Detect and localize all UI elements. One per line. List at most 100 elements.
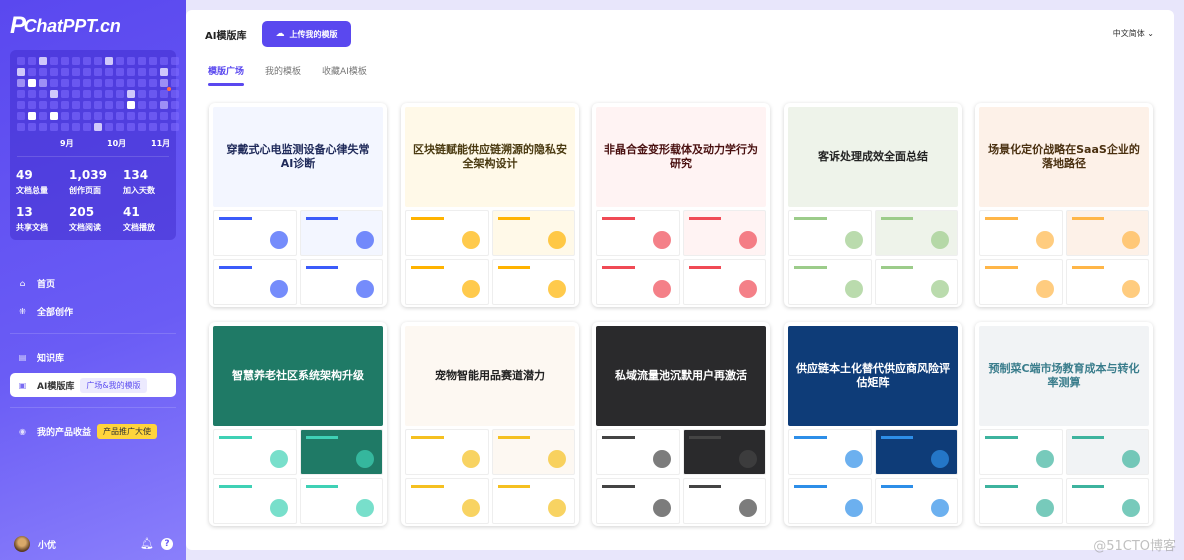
nav-all-creations[interactable]: ⁜ 全部创作 — [10, 299, 176, 323]
activity-cell — [61, 68, 69, 76]
activity-cell — [17, 112, 25, 120]
tab-template-square[interactable]: 模版广场 — [208, 64, 245, 86]
activity-cell — [127, 68, 135, 76]
activity-cell — [160, 112, 168, 120]
activity-cell — [105, 68, 113, 76]
template-cover: 预制菜C端市场教育成本与转化率测算 — [979, 326, 1149, 426]
activity-cell — [149, 112, 157, 120]
user-name: 小优 — [38, 540, 57, 551]
activity-cell — [127, 79, 135, 87]
activity-cell — [28, 79, 36, 87]
activity-cell — [116, 79, 124, 87]
activity-cell — [105, 57, 113, 65]
template-card[interactable]: 区块链赋能供应链溯源的隐私安全架构设计 — [401, 103, 579, 307]
slide-thumbnail — [596, 429, 680, 475]
slide-thumbnail — [979, 210, 1063, 256]
slide-thumbnail — [596, 210, 680, 256]
activity-cell — [17, 101, 25, 109]
template-cover: 非晶合金变形载体及动力学行为研究 — [596, 107, 766, 207]
cloud-upload-icon: ☁ — [275, 29, 285, 39]
template-title: 私域流量池沉默用户再激活 — [615, 369, 747, 383]
activity-cell — [149, 101, 157, 109]
slide-thumbnail — [491, 210, 575, 256]
home-icon: ⌂ — [19, 278, 26, 288]
coin-icon: ◉ — [19, 426, 26, 436]
activity-cell — [72, 68, 80, 76]
slide-thumbnail — [299, 210, 383, 256]
activity-cell — [28, 57, 36, 65]
nav-knowledge-base[interactable]: ▤ 知识库 — [10, 345, 176, 369]
activity-cell — [83, 79, 91, 87]
slide-thumbnail — [405, 478, 489, 524]
activity-cell — [72, 79, 80, 87]
activity-cell — [171, 57, 179, 65]
language-select[interactable]: 中文简体 ⌄ — [1113, 28, 1154, 39]
template-cover: 场景化定价战略在SaaS企业的落地路径 — [979, 107, 1149, 207]
template-icon: ▣ — [18, 380, 27, 390]
ambassador-tag[interactable]: 产品推广大使 — [97, 423, 158, 439]
activity-cell — [61, 112, 69, 120]
slide-thumbnail — [213, 478, 297, 524]
activity-cell — [160, 57, 168, 65]
activity-cell — [116, 101, 124, 109]
divider — [17, 156, 169, 157]
template-card[interactable]: 场景化定价战略在SaaS企业的落地路径 — [975, 103, 1153, 307]
stat-shared: 13 共享文档 — [16, 205, 48, 232]
activity-cell — [94, 101, 102, 109]
activity-cell — [171, 101, 179, 109]
tab-favorites[interactable]: 收藏AI模板 — [322, 64, 367, 86]
template-card[interactable]: 非晶合金变形载体及动力学行为研究 — [592, 103, 770, 307]
upload-template-button[interactable]: ☁ 上传我的模版 — [262, 21, 351, 47]
activity-cell — [149, 90, 157, 98]
page-title: AI模版库 — [205, 31, 247, 42]
slide-thumbnail — [1065, 210, 1149, 256]
nav-label: 我的产品收益 — [37, 427, 92, 438]
activity-cell — [105, 90, 113, 98]
template-cover: 穿戴式心电监测设备心律失常AI诊断 — [213, 107, 383, 207]
activity-cell — [39, 101, 47, 109]
slide-thumbnail — [405, 429, 489, 475]
stats-panel: 9月 10月 11月 49 文档总量 1,039 创作页面 134 加入天数 13 共享… — [10, 50, 179, 240]
tab-my-templates[interactable]: 我的模板 — [265, 64, 301, 86]
nav-home[interactable]: ⌂ 首页 — [10, 271, 176, 295]
activity-cell — [39, 123, 47, 131]
template-card[interactable]: 私域流量池沉默用户再激活 — [592, 322, 770, 526]
nav-ai-templates[interactable]: ▣ AI模版库 广场&我的模版 — [10, 373, 176, 397]
divider — [10, 407, 176, 408]
template-card[interactable]: 供应链本土化替代供应商风险评估矩阵 — [784, 322, 962, 526]
template-title: 宠物智能用品赛道潜力 — [435, 369, 545, 383]
slide-thumbnail — [788, 429, 872, 475]
activity-cell — [105, 79, 113, 87]
activity-cell — [127, 57, 135, 65]
slide-thumbnail — [299, 259, 383, 305]
nav-earnings[interactable]: ◉ 我的产品收益 产品推广大使 — [10, 419, 176, 443]
activity-cell — [94, 112, 102, 120]
activity-cell — [28, 68, 36, 76]
template-cover: 供应链本土化替代供应商风险评估矩阵 — [788, 326, 958, 426]
logo[interactable]: P ChatPPT.cn — [10, 12, 121, 40]
help-icon[interactable]: ? — [161, 538, 173, 550]
template-card[interactable]: 宠物智能用品赛道潜力 — [401, 322, 579, 526]
template-cover: 私域流量池沉默用户再激活 — [596, 326, 766, 426]
user-profile[interactable]: 小优 — [14, 536, 56, 552]
template-card[interactable]: 预制菜C端市场教育成本与转化率测算 — [975, 322, 1153, 526]
activity-cell — [28, 112, 36, 120]
slide-thumbnail — [596, 259, 680, 305]
activity-cell — [105, 112, 113, 120]
language-label: 中文简体 — [1112, 29, 1145, 38]
activity-cell — [39, 57, 47, 65]
template-card[interactable]: 穿戴式心电监测设备心律失常AI诊断 — [209, 103, 387, 307]
template-title: 智慧养老社区系统架构升级 — [232, 369, 364, 383]
template-title: 非晶合金变形载体及动力学行为研究 — [604, 143, 758, 170]
bell-icon[interactable]: 🔔︎ — [140, 537, 154, 550]
template-card[interactable]: 智慧养老社区系统架构升级 — [209, 322, 387, 526]
activity-cell — [28, 90, 36, 98]
book-icon: ▤ — [18, 352, 27, 362]
slide-thumbnail — [491, 478, 575, 524]
activity-cell — [61, 79, 69, 87]
template-card[interactable]: 客诉处理成效全面总结 — [784, 103, 962, 307]
slide-thumbnail — [213, 210, 297, 256]
slide-thumbnail — [682, 429, 766, 475]
activity-cell — [50, 101, 58, 109]
activity-cell — [171, 123, 179, 131]
